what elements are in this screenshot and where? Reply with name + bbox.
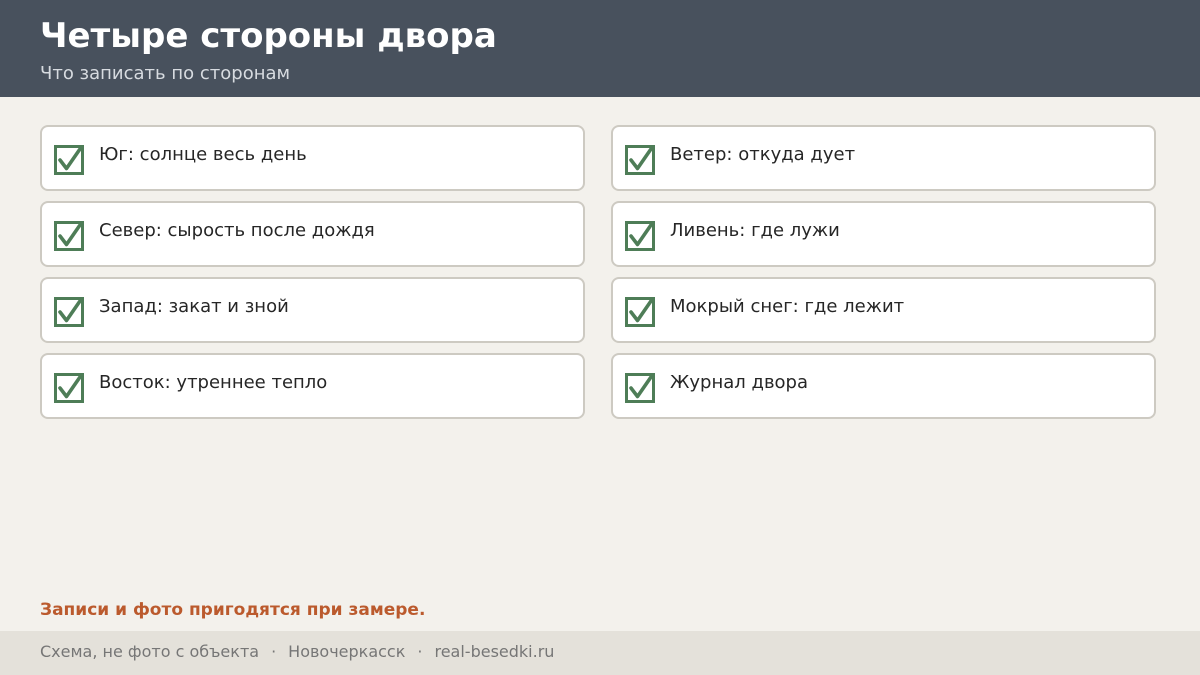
checked-checkbox-icon[interactable] xyxy=(54,373,84,403)
checklist-item-wet-snow[interactable]: Мокрый снег: где лежит xyxy=(611,277,1156,343)
checklist-item-label: Юг: солнце весь день xyxy=(99,144,307,165)
checklist-item-west-sunset[interactable]: Запад: закат и зной xyxy=(40,277,585,343)
page-subtitle: Что записать по сторонам xyxy=(40,63,291,84)
footer-site-link[interactable]: real-besedki.ru xyxy=(434,642,554,661)
checked-checkbox-icon[interactable] xyxy=(625,297,655,327)
checked-checkbox-icon[interactable] xyxy=(54,221,84,251)
checked-checkbox-icon[interactable] xyxy=(54,297,84,327)
measurement-note: Записи и фото пригодятся при замере. xyxy=(40,600,426,620)
footer-caption: Схема, не фото с объекта xyxy=(40,642,260,661)
checked-checkbox-icon[interactable] xyxy=(625,221,655,251)
page-title: Четыре стороны двора xyxy=(40,16,497,56)
footer-text: Схема, не фото с объекта · Новочеркасск · re… xyxy=(40,641,554,663)
checklist-item-east-morning-warmth[interactable]: Восток: утреннее тепло xyxy=(40,353,585,419)
checklist-item-label: Журнал двора xyxy=(670,372,809,393)
footer-separator: · xyxy=(417,642,423,661)
checklist-item-wind-direction[interactable]: Ветер: откуда дует xyxy=(611,125,1156,191)
checklist-item-label: Ливень: где лужи xyxy=(670,220,840,241)
checklist-grid: Юг: солнце весь день Ветер: откуда дует … xyxy=(40,125,1156,419)
footer-separator: · xyxy=(271,642,277,661)
checklist-item-label: Восток: утреннее тепло xyxy=(99,372,328,393)
header-bar: Четыре стороны двора Что записать по сто… xyxy=(0,0,1200,97)
checklist-item-downpour-puddles[interactable]: Ливень: где лужи xyxy=(611,201,1156,267)
checklist-item-north-dampness[interactable]: Север: сырость после дождя xyxy=(40,201,585,267)
checklist-item-south-sun[interactable]: Юг: солнце весь день xyxy=(40,125,585,191)
footer-city: Новочеркасск xyxy=(288,642,406,661)
checked-checkbox-icon[interactable] xyxy=(625,373,655,403)
checked-checkbox-icon[interactable] xyxy=(54,145,84,175)
checklist-item-label: Мокрый снег: где лежит xyxy=(670,296,905,317)
checklist-item-label: Запад: закат и зной xyxy=(99,296,289,317)
checklist-item-label: Ветер: откуда дует xyxy=(670,144,856,165)
checklist-item-yard-journal[interactable]: Журнал двора xyxy=(611,353,1156,419)
checked-checkbox-icon[interactable] xyxy=(625,145,655,175)
checklist-item-label: Север: сырость после дождя xyxy=(99,220,375,241)
footer-bar: Схема, не фото с объекта · Новочеркасск · re… xyxy=(0,631,1200,675)
